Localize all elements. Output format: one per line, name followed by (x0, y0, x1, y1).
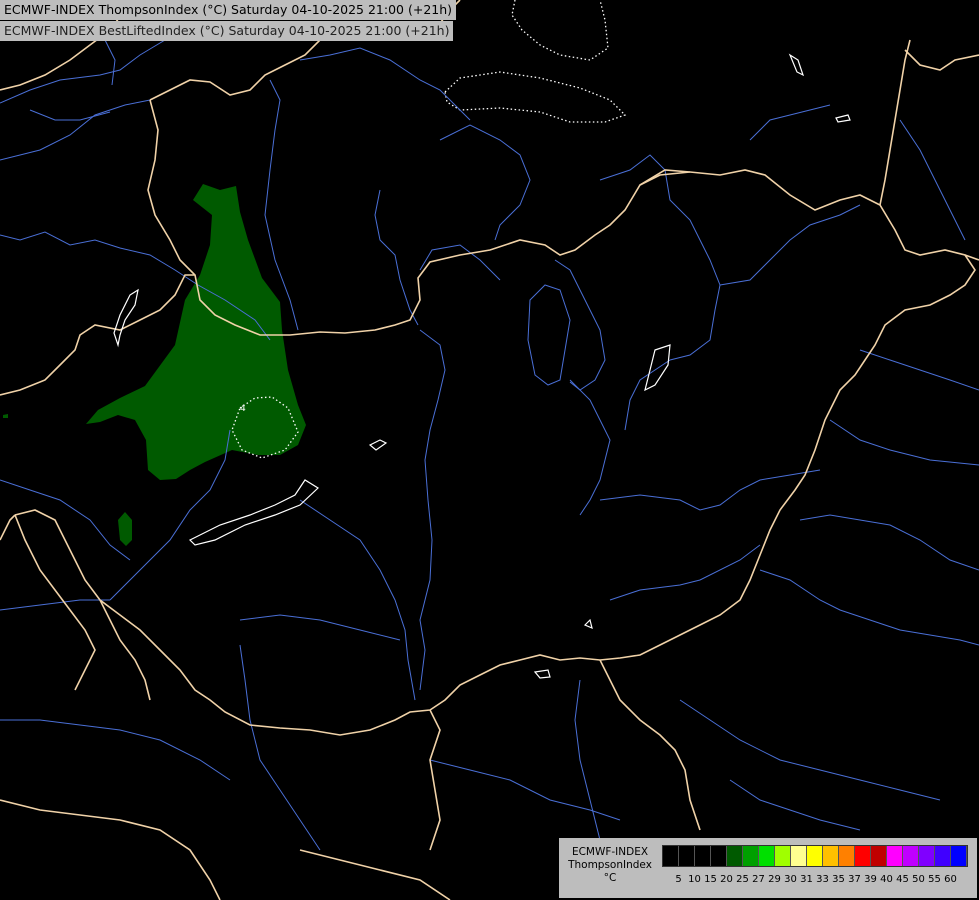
legend-parameter: ThompsonIndex (568, 859, 652, 871)
legend-tick-label: 10 (688, 874, 701, 885)
legend-tick-label: 37 (848, 874, 861, 885)
legend-swatch (887, 846, 903, 866)
legend-swatch (727, 846, 743, 866)
legend-unit: °C (603, 872, 617, 884)
legend-tick-label: 40 (880, 874, 893, 885)
legend-swatch (743, 846, 759, 866)
legend-tick-label: 25 (736, 874, 749, 885)
legend-tick-label: 29 (768, 874, 781, 885)
legend-title: ECMWF-INDEX ThompsonIndex °C (561, 846, 659, 885)
legend-swatch (679, 846, 695, 866)
legend-swatch (807, 846, 823, 866)
legend-tick-label: 35 (832, 874, 845, 885)
legend-swatch (951, 846, 967, 866)
color-legend: ECMWF-INDEX ThompsonIndex °C 5 10 15 20 25 27… (559, 838, 977, 898)
contour-label: 4 (240, 404, 246, 414)
legend-tick-label: 60 (944, 874, 957, 885)
legend-swatch (871, 846, 887, 866)
legend-swatch (935, 846, 951, 866)
legend-swatch (839, 846, 855, 866)
legend-tick-label: 50 (912, 874, 925, 885)
legend-tick-label: 20 (720, 874, 733, 885)
legend-swatch (695, 846, 711, 866)
legend-swatch (775, 846, 791, 866)
legend-swatch (791, 846, 807, 866)
legend-tick-label: 39 (864, 874, 877, 885)
legend-swatch (903, 846, 919, 866)
legend-tick-label: 31 (800, 874, 813, 885)
legend-swatch (919, 846, 935, 866)
map-title-thompson: ECMWF-INDEX ThompsonIndex (°C) Saturday … (0, 0, 457, 20)
legend-tick-label: 33 (816, 874, 829, 885)
map-title-lifted: ECMWF-INDEX BestLiftedIndex (°C) Saturda… (0, 21, 454, 41)
legend-swatch (823, 846, 839, 866)
legend-tick-label: 30 (784, 874, 797, 885)
legend-tick-label: 55 (928, 874, 941, 885)
legend-swatch (855, 846, 871, 866)
legend-swatch (759, 846, 775, 866)
legend-model: ECMWF-INDEX (571, 846, 649, 858)
legend-tick-label: 27 (752, 874, 765, 885)
legend-tick-label: 15 (704, 874, 717, 885)
legend-tick-label: 5 (675, 874, 682, 885)
legend-swatch (663, 846, 679, 866)
legend-tick-label: 45 (896, 874, 909, 885)
legend-swatch (711, 846, 727, 866)
weather-map: 4 (0, 0, 979, 900)
legend-swatches (662, 845, 968, 867)
